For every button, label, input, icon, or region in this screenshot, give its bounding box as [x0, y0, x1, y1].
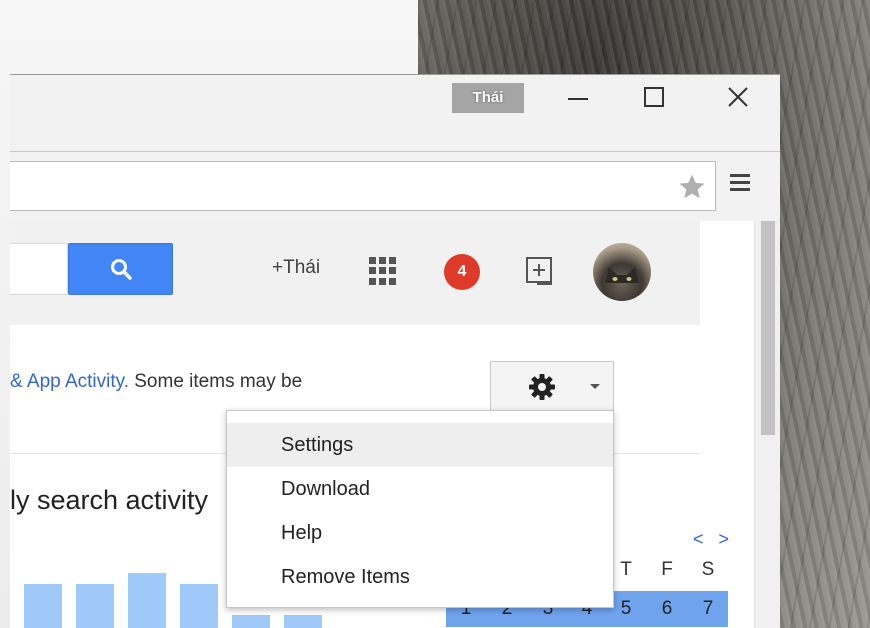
activity-bar[interactable]	[284, 615, 322, 628]
notification-badge[interactable]: 4	[444, 254, 480, 290]
menu-item-download[interactable]: Download	[227, 467, 613, 511]
title-bar: Thái	[10, 75, 780, 151]
vertical-scrollbar[interactable]	[754, 221, 780, 628]
activity-bar[interactable]	[76, 584, 114, 628]
maximize-icon	[644, 87, 664, 107]
activity-bar[interactable]	[232, 615, 270, 628]
activity-notice-text: Some items may be	[128, 371, 303, 392]
address-bar[interactable]	[10, 161, 716, 211]
apps-grid-icon[interactable]	[369, 257, 397, 285]
calendar-day-header: F	[661, 559, 673, 580]
avatar[interactable]	[593, 243, 651, 301]
chevron-down-icon	[590, 384, 600, 389]
minimize-icon	[568, 98, 588, 100]
activity-notice: & App Activity. Some items may be	[10, 371, 302, 393]
calendar-nav[interactable]: < >	[693, 529, 734, 550]
maximize-button[interactable]	[626, 79, 682, 115]
google-header: +Thái 4	[10, 221, 700, 325]
settings-dropdown-menu: Settings Download Help Remove Items	[226, 410, 614, 608]
browser-menu-icon[interactable]	[730, 174, 750, 194]
gear-icon	[529, 374, 555, 400]
activity-bar[interactable]	[180, 584, 218, 628]
minimize-button[interactable]	[550, 79, 606, 115]
cat-avatar-icon	[605, 267, 639, 283]
share-plus-icon[interactable]	[524, 255, 556, 287]
activity-bar[interactable]	[24, 584, 62, 628]
calendar-date[interactable]: 7	[688, 591, 728, 627]
profile-badge[interactable]: Thái	[452, 83, 524, 113]
browser-toolbar	[10, 151, 780, 221]
menu-item-settings[interactable]: Settings	[227, 423, 613, 467]
search-icon	[110, 259, 132, 280]
search-button[interactable]	[68, 243, 173, 295]
google-plus-profile-link[interactable]: +Thái	[272, 257, 320, 279]
settings-gear-button[interactable]	[490, 361, 614, 411]
section-title: ly search activity	[10, 485, 209, 515]
menu-item-remove-items[interactable]: Remove Items	[227, 555, 613, 599]
menu-item-help[interactable]: Help	[227, 511, 613, 555]
scrollbar-thumb[interactable]	[761, 221, 775, 435]
search-input[interactable]	[10, 243, 68, 295]
app-activity-link[interactable]: & App Activity.	[10, 371, 129, 392]
calendar-day-header: S	[701, 559, 715, 580]
calendar-date[interactable]: 6	[647, 591, 687, 627]
close-button[interactable]	[710, 79, 766, 115]
close-icon	[728, 87, 748, 107]
activity-bar[interactable]	[128, 573, 166, 628]
star-icon[interactable]	[677, 172, 707, 202]
